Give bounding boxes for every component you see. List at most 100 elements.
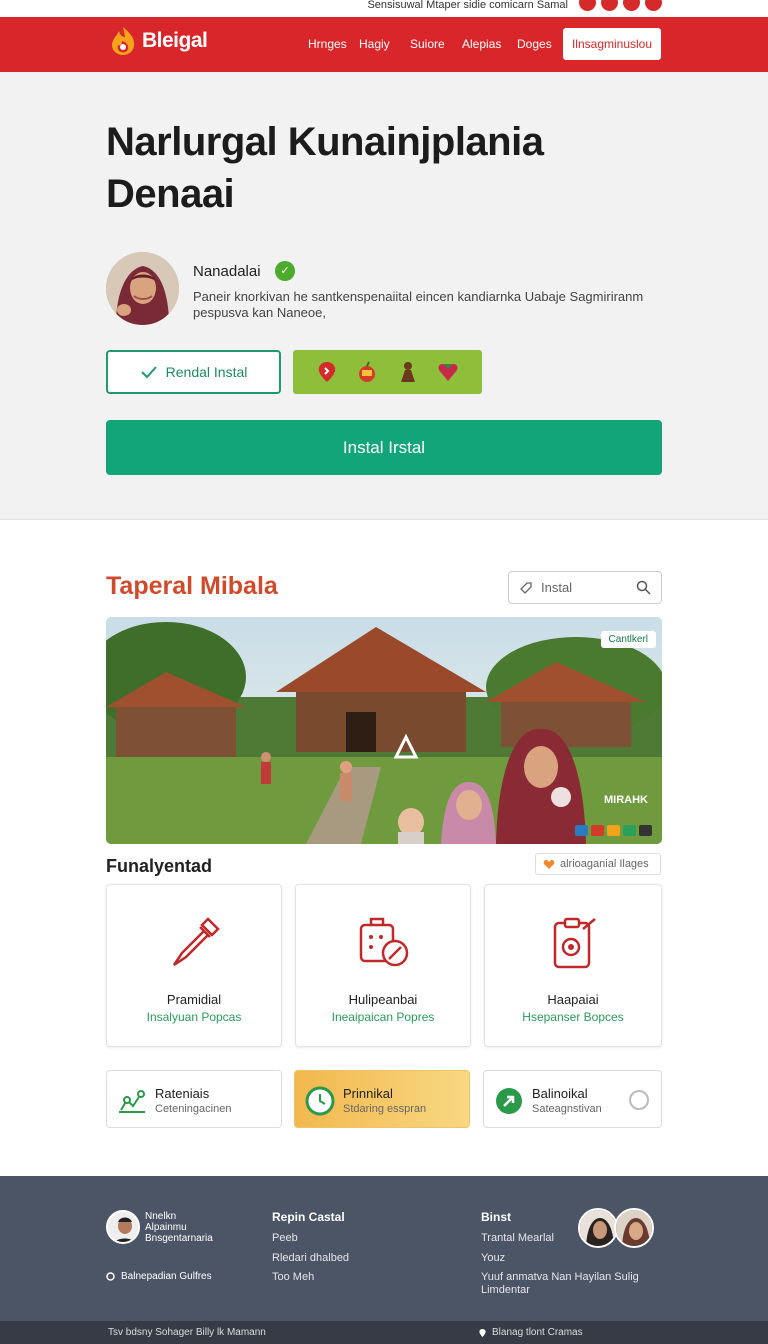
- nav-link-hrnges[interactable]: Hrnges: [308, 37, 359, 51]
- circle-icon: [106, 1272, 115, 1281]
- brand-name: Bleigal: [142, 29, 208, 52]
- footer-link[interactable]: Trantal Mearlal: [481, 1232, 554, 1244]
- footer-link[interactable]: Youz: [481, 1252, 505, 1264]
- footer-col2-heading: Repin Castal: [272, 1210, 345, 1224]
- social-icon[interactable]: [623, 0, 640, 11]
- footer-team-avatars: [578, 1208, 654, 1248]
- copyright-text: Tsv bdsny Sohager Billy lk Mamann: [108, 1327, 266, 1338]
- signup-button[interactable]: Ilnsagminuslou: [563, 28, 661, 60]
- apple-icon[interactable]: [355, 360, 379, 384]
- option-tile[interactable]: Balinoikal Sateagnstivan: [483, 1070, 662, 1128]
- navbar: Bleigal Hrnges Hagiy Suiore Alepias Doge…: [0, 17, 768, 72]
- rendal-instal-button[interactable]: Rendal Instal: [106, 350, 281, 394]
- footer-col1-line: Alpainmu: [145, 1222, 187, 1233]
- footer-link-label: Balnepadian Gulfres: [121, 1271, 212, 1282]
- team-avatar[interactable]: [578, 1208, 618, 1248]
- team-avatar[interactable]: [614, 1208, 654, 1248]
- images-tag[interactable]: alrioaganial Ilages: [535, 853, 661, 875]
- nav-link-suiore[interactable]: Suiore: [410, 37, 462, 51]
- nav-links: Hrnges Hagiy Suiore Alepias Doges: [308, 37, 562, 51]
- card-subtitle: Ineaipaican Popres: [331, 1010, 435, 1024]
- feature-card[interactable]: Haapaiai Hsepanser Bopces: [484, 884, 662, 1047]
- flame-icon: [112, 27, 135, 55]
- feature-card[interactable]: Pramidial Insalyuan Popcas: [106, 884, 282, 1047]
- card-title: Hulipeanbai: [348, 992, 418, 1007]
- search-icon[interactable]: [636, 580, 651, 595]
- person-icon: [106, 252, 179, 325]
- tile-subtitle: Ceteningacinen: [155, 1103, 232, 1115]
- calculator-icon: [359, 917, 409, 967]
- footer-col1-line: Nnelkn: [145, 1211, 177, 1222]
- install-button[interactable]: Instal Irstal: [106, 420, 662, 475]
- brand-logo[interactable]: Bleigal: [108, 25, 208, 57]
- badge-strip: [293, 350, 482, 394]
- person-icon: [108, 1212, 138, 1242]
- card-subtitle: Hsepanser Bopces: [522, 1010, 624, 1024]
- share-icon[interactable]: [639, 825, 652, 836]
- nav-link-hagiy[interactable]: Hagiy: [359, 37, 410, 51]
- pin-icon: [479, 1328, 486, 1337]
- check-icon: [140, 366, 157, 379]
- option-tile[interactable]: Rateniais Ceteningacinen: [106, 1070, 282, 1128]
- card-title: Haapaiai: [547, 992, 599, 1007]
- page-title: Narlurgal Kunainjplania Denaai: [106, 120, 544, 216]
- tile-subtitle: Sateagnstivan: [532, 1103, 602, 1115]
- heart-icon: [543, 859, 555, 869]
- social-icon[interactable]: [579, 0, 596, 11]
- footer-col3-heading: Binst: [481, 1210, 511, 1224]
- card-subtitle: Insalyuan Popcas: [146, 1010, 242, 1024]
- tile-title: Prinnikal: [343, 1086, 393, 1101]
- author-description: Paneir knorkivan he santkenspenaiital ei…: [193, 289, 644, 320]
- person-icon: [616, 1210, 652, 1246]
- footer-link[interactable]: Peeb: [272, 1232, 298, 1244]
- option-tiles: Rateniais Ceteningacinen Prinnikal Stdar…: [106, 1070, 662, 1128]
- bottom-right-link[interactable]: Blanag tlont Cramas: [478, 1327, 583, 1338]
- section-title: Taperal Mibala: [106, 572, 278, 600]
- search-box[interactable]: Instal: [508, 571, 662, 604]
- person-icon: [580, 1210, 616, 1246]
- footer-link[interactable]: Too Meh: [272, 1271, 314, 1283]
- photo-tag[interactable]: Cantlkerl: [600, 631, 656, 648]
- share-icon[interactable]: [591, 825, 604, 836]
- footer-link[interactable]: Yuuf anmatva Nan Hayilan Sulig Limdentar: [481, 1271, 651, 1297]
- village-scene-image: [106, 617, 662, 844]
- tile-subtitle: Stdaring esspran: [343, 1103, 427, 1115]
- feature-card[interactable]: Hulipeanbai Ineaipaican Popres: [295, 884, 471, 1047]
- village-photo[interactable]: Cantlkerl MIRAHK: [106, 617, 662, 844]
- footer-link[interactable]: Rledari dhalbed: [272, 1252, 349, 1264]
- footer-avatar[interactable]: [106, 1210, 140, 1244]
- social-icon[interactable]: [601, 0, 618, 11]
- tile-title: Balinoikal: [532, 1086, 588, 1101]
- radio-button[interactable]: [629, 1090, 649, 1110]
- figure-icon[interactable]: [396, 360, 420, 384]
- footer-col1-line: Bnsgentarnaria: [145, 1233, 213, 1244]
- social-icons: [579, 0, 662, 11]
- share-icon[interactable]: [623, 825, 636, 836]
- subsection-title: Funalyentad: [106, 856, 213, 876]
- bottom-bar: Tsv bdsny Sohager Billy lk Mamann Blanag…: [0, 1321, 768, 1344]
- option-tile-selected[interactable]: Prinnikal Stdaring esspran: [294, 1070, 470, 1128]
- forward-icon: [496, 1088, 522, 1114]
- clock-icon: [305, 1086, 335, 1116]
- search-placeholder: Instal: [541, 580, 573, 595]
- nav-link-alepias[interactable]: Alepias: [462, 37, 517, 51]
- top-strip-text: Sensisuwal Mtaper sidie comicarn Samal: [367, 0, 568, 11]
- feature-cards: Pramidial Insalyuan Popcas Hulipeanbai I…: [106, 884, 662, 1047]
- verified-icon: ✓: [275, 261, 295, 281]
- clipboard-icon: [553, 917, 596, 969]
- share-icon[interactable]: [607, 825, 620, 836]
- photo-caption: MIRAHK: [604, 794, 648, 806]
- footer-link-gulfres[interactable]: Balnepadian Gulfres: [106, 1271, 212, 1282]
- share-icon[interactable]: [575, 825, 588, 836]
- bottom-right-label: Blanag tlont Cramas: [492, 1327, 583, 1338]
- footer-col1: Nnelkn Alpainmu Bnsgentarnaria: [145, 1211, 213, 1244]
- content-section: Taperal Mibala Instal Cantlkerl MIRAHK F…: [0, 520, 768, 1176]
- photo-share-icons: [575, 825, 652, 836]
- hero: Narlurgal Kunainjplania Denaai Nanadalai…: [0, 72, 768, 520]
- heart-icon[interactable]: [436, 360, 460, 384]
- author-avatar[interactable]: [106, 252, 179, 325]
- nav-link-doges[interactable]: Doges: [517, 37, 562, 51]
- social-icon[interactable]: [645, 0, 662, 11]
- footer: Nnelkn Alpainmu Bnsgentarnaria Balnepadi…: [0, 1176, 768, 1321]
- map-pin-icon[interactable]: [315, 360, 339, 384]
